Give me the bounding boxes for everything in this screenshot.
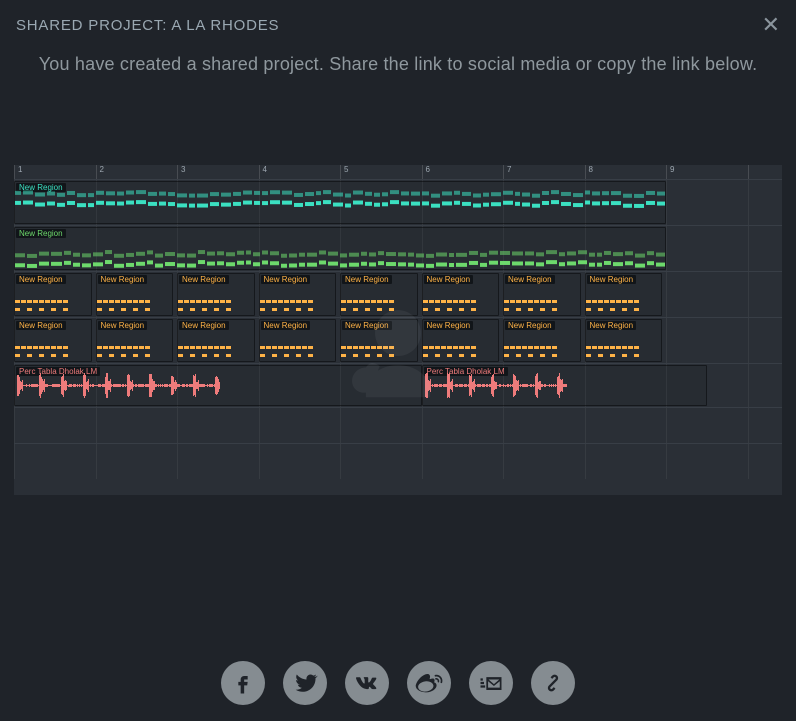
weibo-icon (415, 669, 443, 697)
region-label: New Region (179, 321, 229, 330)
region-label: New Region (342, 275, 392, 284)
track: New Region (14, 179, 782, 225)
ruler-number: 6 (426, 165, 430, 174)
region-label: New Region (16, 321, 66, 330)
ruler-number: 9 (670, 165, 674, 174)
region: New Region (585, 319, 663, 362)
mail-share-button[interactable] (469, 661, 513, 705)
region-label: New Region (261, 275, 311, 284)
region-label: New Region (98, 321, 148, 330)
ruler-number: 3 (181, 165, 185, 174)
ruler-segment: 5 (340, 165, 422, 179)
track-empty (14, 407, 782, 443)
region: New Region (96, 273, 174, 316)
social-share-bar (0, 661, 796, 705)
ruler-number: 5 (344, 165, 348, 174)
region: New Region (14, 319, 92, 362)
link-icon (539, 669, 567, 697)
region: New Region (14, 227, 666, 270)
region-label: New Region (179, 275, 229, 284)
region: New Region (259, 273, 337, 316)
region-label: New Region (342, 321, 392, 330)
mail-icon (477, 669, 505, 697)
region-label: New Region (424, 275, 474, 284)
ruler-segment: 7 (503, 165, 585, 179)
region-label: New Region (587, 275, 637, 284)
region-label: New Region (424, 321, 474, 330)
region: New Region (14, 181, 666, 224)
close-icon[interactable]: ✕ (762, 14, 780, 36)
region-label: New Region (261, 321, 311, 330)
ruler-segment: 8 (585, 165, 667, 179)
region-label: New Region (16, 229, 66, 238)
ruler-segment: 3 (177, 165, 259, 179)
modal-title: SHARED PROJECT: A LA RHODES (16, 17, 279, 34)
region: Perc Tabla Dholak LM (422, 365, 707, 406)
ruler-segment: 2 (96, 165, 178, 179)
share-project-modal: SHARED PROJECT: A LA RHODES ✕ You have c… (0, 0, 796, 721)
ruler-segment: 9 (666, 165, 748, 179)
region: New Region (585, 273, 663, 316)
region: New Region (503, 273, 581, 316)
region: New Region (503, 319, 581, 362)
region: New Region (177, 273, 255, 316)
twitter-share-button[interactable] (283, 661, 327, 705)
facebook-share-button[interactable] (221, 661, 265, 705)
region-label: New Region (505, 275, 555, 284)
ruler-number: 4 (263, 165, 267, 174)
region: Perc Tabla Dholak LM (14, 365, 422, 406)
region-label: New Region (98, 275, 148, 284)
ruler-number: 7 (507, 165, 511, 174)
region: New Region (96, 319, 174, 362)
region: New Region (14, 273, 92, 316)
region: New Region (340, 273, 418, 316)
modal-subtitle: You have created a shared project. Share… (32, 54, 764, 75)
ruler-segment: 6 (422, 165, 504, 179)
timeline-ruler: 12345678910 (14, 165, 782, 179)
project-preview: 12345678910 New RegionNew RegionNew Regi… (14, 165, 782, 495)
region-label: New Region (587, 321, 637, 330)
track: New Region New Region New Region New Region… (14, 317, 782, 363)
region: New Region (340, 319, 418, 362)
ruler-number: 1 (18, 165, 22, 174)
track: Perc Tabla Dholak LMPerc Tabla Dholak LM (14, 363, 782, 407)
region-label: New Region (16, 275, 66, 284)
region: New Region (422, 273, 500, 316)
tracks-container: New Region New Region New Region New Region… (14, 179, 782, 479)
ruler-segment: 1 (14, 165, 96, 179)
track: New Region (14, 225, 782, 271)
region: New Region (422, 319, 500, 362)
ruler-number: 2 (100, 165, 104, 174)
ruler-segment (748, 165, 783, 179)
region-label: New Region (505, 321, 555, 330)
vk-share-button[interactable] (345, 661, 389, 705)
twitter-icon (291, 669, 319, 697)
track-empty (14, 443, 782, 479)
weibo-share-button[interactable] (407, 661, 451, 705)
modal-header: SHARED PROJECT: A LA RHODES ✕ (14, 0, 782, 54)
vk-icon (353, 669, 381, 697)
region: New Region (177, 319, 255, 362)
region: New Region (259, 319, 337, 362)
track: New Region New Region New Region New Region… (14, 271, 782, 317)
ruler-number: 8 (589, 165, 593, 174)
link-share-button[interactable] (531, 661, 575, 705)
facebook-icon (229, 669, 257, 697)
ruler-segment: 4 (259, 165, 341, 179)
